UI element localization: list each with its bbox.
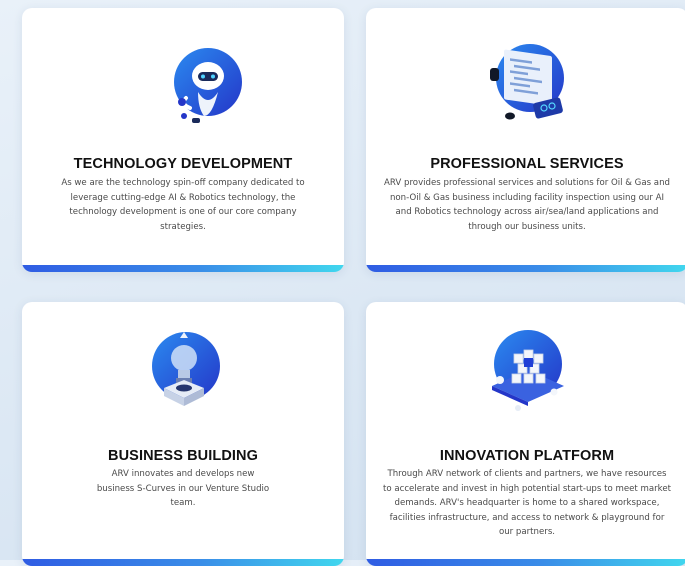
card-title: TECHNOLOGY DEVELOPMENT	[73, 156, 293, 172]
card-accent-bar	[366, 559, 685, 566]
card-accent-bar	[366, 265, 685, 272]
card-description: ARV provides professional services and s…	[384, 178, 670, 232]
card-title: PROFESSIONAL SERVICES	[430, 156, 624, 172]
robot-icon	[160, 42, 252, 134]
cubes-platform-icon	[478, 324, 570, 416]
card-description: Through ARV network of clients and partn…	[382, 469, 672, 537]
card-title: INNOVATION PLATFORM	[439, 448, 615, 464]
card-innovation-platform: INNOVATION PLATFORM Through ARV network …	[366, 302, 685, 566]
card-professional-services: PROFESSIONAL SERVICES ARV provides profe…	[366, 8, 685, 272]
card-technology-development: TECHNOLOGY DEVELOPMENT As we are the tec…	[22, 8, 344, 272]
lightbulb-icon	[136, 326, 228, 418]
card-description: As we are the technology spin-off compan…	[61, 178, 305, 232]
card-description: ARV innovates and develops new business …	[96, 469, 270, 508]
card-accent-bar	[22, 265, 344, 272]
card-accent-bar	[22, 559, 344, 566]
card-business-building: BUSINESS BUILDING ARV innovates and deve…	[22, 302, 344, 566]
card-title: BUSINESS BUILDING	[108, 448, 258, 464]
code-monitor-icon	[480, 38, 572, 130]
